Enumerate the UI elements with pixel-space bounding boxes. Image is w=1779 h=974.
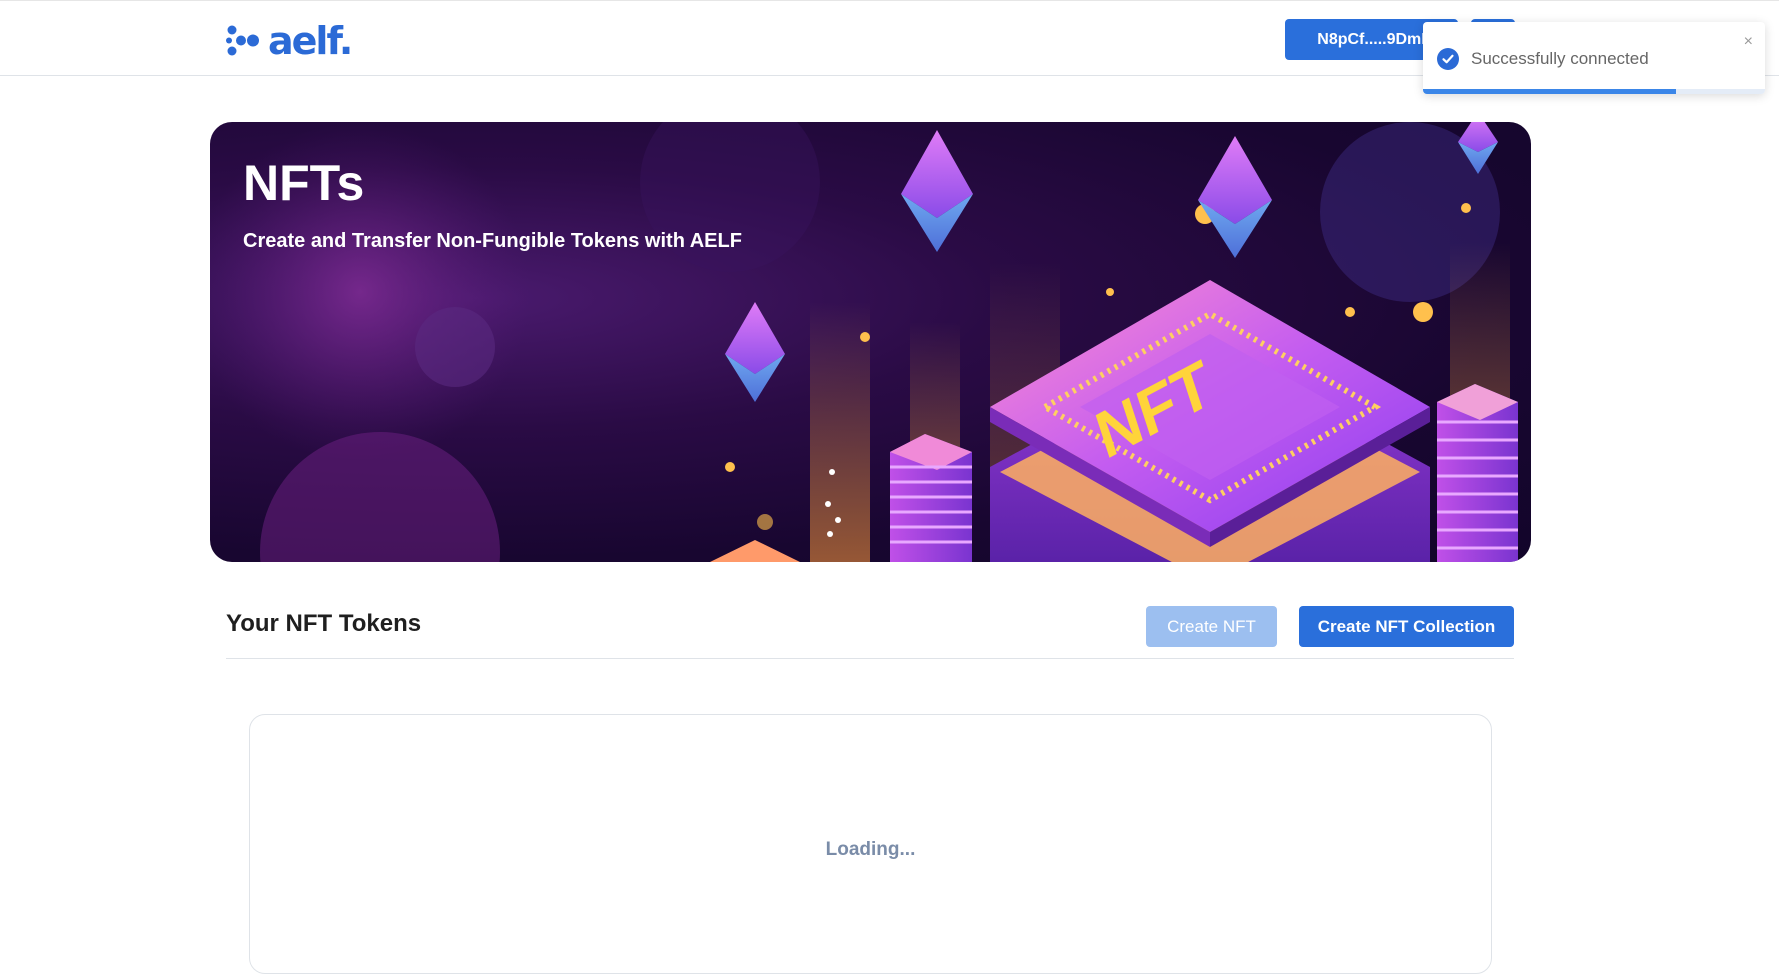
create-nft-button[interactable]: Create NFT: [1146, 606, 1277, 647]
check-circle-icon: [1437, 48, 1459, 70]
gem-center: [901, 130, 973, 252]
banner-title: NFTs: [243, 155, 365, 211]
nft-tokens-header: Your NFT Tokens Create NFT Create NFT Co…: [226, 602, 1514, 659]
nft-tokens-card: Loading...: [249, 714, 1492, 974]
banner-subtitle: Create and Transfer Non-Fungible Tokens …: [243, 230, 742, 252]
create-nft-collection-button[interactable]: Create NFT Collection: [1299, 606, 1514, 647]
nft-hero-banner: NFT NFTs Create and Transfer Non-Fungibl…: [210, 122, 1531, 562]
logo-wordmark: aelf.: [268, 19, 353, 63]
aelf-dots-icon: [226, 25, 259, 56]
section-title: Your NFT Tokens: [226, 610, 422, 637]
aelf-logo[interactable]: aelf.: [226, 19, 353, 63]
loading-text: Loading...: [825, 839, 916, 860]
success-toast: Successfully connected ×: [1423, 22, 1765, 94]
gem-left: [725, 302, 785, 402]
close-icon[interactable]: ×: [1744, 32, 1753, 52]
toast-progress-bar: [1423, 89, 1677, 94]
nft-illustration: NFT: [210, 122, 1518, 562]
gem-right: [1198, 136, 1272, 258]
toast-message: Successfully connected: [1471, 49, 1649, 68]
